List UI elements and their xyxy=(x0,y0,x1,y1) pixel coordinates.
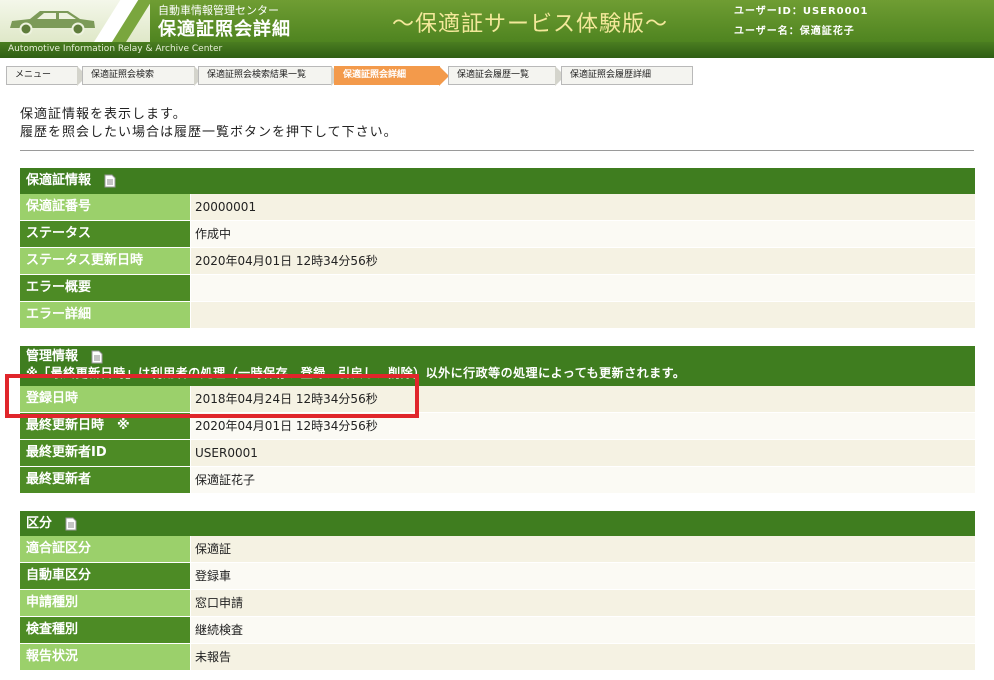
intro-line-2: 履歴を照会したい場合は履歴一覧ボタンを押下して下さい。 xyxy=(20,125,398,140)
section-header: 管理情報 ※「最終更新日時」は利用者の処理（一時保存、登録、引戻し、削除）以外に… xyxy=(20,346,975,386)
table-row: 最終更新者ID USER0001 xyxy=(20,440,975,467)
breadcrumb: メニュー 保適証照会検索 保適証照会検索結果一覧 保適証照会詳細 保適証会履歴一… xyxy=(6,66,693,86)
section-title: 保適証情報 xyxy=(26,173,92,188)
section-header: 保適証情報 xyxy=(20,168,975,194)
user-id: ユーザーID：USER0001 xyxy=(734,6,869,17)
sub-banner-text: Automotive Information Relay & Archive C… xyxy=(8,44,223,54)
field-label: エラー概要 xyxy=(20,275,191,301)
field-label: 適合証区分 xyxy=(20,536,191,562)
field-label: ステータス xyxy=(20,221,191,247)
section-title: 管理情報 xyxy=(26,349,79,364)
table-row: 登録日時 2018年04月24日 12時34分56秒 xyxy=(20,386,975,413)
section-category: 区分 適合証区分 保適証 自動車区分 登録車 申請種別 窓口申請 検査種別 継続… xyxy=(20,511,975,671)
breadcrumb-label: 保適証会履歴一覧 xyxy=(457,70,530,80)
intro-text: 保適証情報を表示します。 履歴を照会したい場合は履歴一覧ボタンを押下して下さい。 xyxy=(20,106,398,142)
sub-banner: Automotive Information Relay & Archive C… xyxy=(0,42,994,58)
field-label: 最終更新者 xyxy=(20,467,191,493)
field-value: 2018年04月24日 12時34分56秒 xyxy=(191,386,975,412)
breadcrumb-label: メニュー xyxy=(15,70,52,80)
field-value xyxy=(191,275,975,301)
field-value xyxy=(191,302,975,328)
field-label: 申請種別 xyxy=(20,590,191,616)
document-icon xyxy=(65,517,77,530)
user-name: ユーザー名：保適証花子 xyxy=(734,26,855,37)
section-title: 区分 xyxy=(26,516,53,531)
breadcrumb-history-list[interactable]: 保適証会履歴一覧 xyxy=(448,66,565,86)
field-value: 作成中 xyxy=(191,221,975,247)
breadcrumb-menu[interactable]: メニュー xyxy=(6,66,87,86)
table-row: 最終更新者 保適証花子 xyxy=(20,467,975,494)
breadcrumb-label: 保適証照会詳細 xyxy=(343,70,407,80)
breadcrumb-search[interactable]: 保適証照会検索 xyxy=(82,66,204,86)
field-label: 検査種別 xyxy=(20,617,191,643)
document-icon xyxy=(91,350,103,363)
divider xyxy=(20,150,974,151)
table-row: エラー詳細 xyxy=(20,302,975,329)
demo-title: ～保適証サービス体験版～ xyxy=(392,12,669,37)
table-row: エラー概要 xyxy=(20,275,975,302)
logo xyxy=(0,0,150,42)
field-value: 登録車 xyxy=(191,563,975,589)
intro-line-1: 保適証情報を表示します。 xyxy=(20,107,187,122)
field-value: 保適証花子 xyxy=(191,467,975,493)
breadcrumb-history-detail[interactable]: 保適証照会履歴詳細 xyxy=(561,66,693,85)
breadcrumb-label: 保適証照会履歴詳細 xyxy=(570,70,652,80)
breadcrumb-label: 保適証照会検索結果一覧 xyxy=(207,70,307,80)
field-value: 2020年04月01日 12時34分56秒 xyxy=(191,248,975,274)
field-label: ステータス更新日時 xyxy=(20,248,191,274)
field-value: 未報告 xyxy=(191,644,975,670)
field-label: エラー詳細 xyxy=(20,302,191,328)
field-value: 窓口申請 xyxy=(191,590,975,616)
table-row: 適合証区分 保適証 xyxy=(20,536,975,563)
breadcrumb-detail-current: 保適証照会詳細 xyxy=(334,66,449,86)
section-note: ※「最終更新日時」は利用者の処理（一時保存、登録、引戻し、削除）以外に行政等の処… xyxy=(26,366,686,380)
field-label: 報告状況 xyxy=(20,644,191,670)
table-row: 検査種別 継続検査 xyxy=(20,617,975,644)
car-icon xyxy=(10,11,95,36)
field-label: 最終更新日時 ※ xyxy=(20,413,191,439)
field-value: 20000001 xyxy=(191,194,975,220)
section-header: 区分 xyxy=(20,511,975,536)
section-management-info: 管理情報 ※「最終更新日時」は利用者の処理（一時保存、登録、引戻し、削除）以外に… xyxy=(20,346,975,494)
field-value: USER0001 xyxy=(191,440,975,466)
screen-title: 保適証照会詳細 xyxy=(158,19,291,40)
document-icon xyxy=(104,174,116,187)
table-row: ステータス 作成中 xyxy=(20,221,975,248)
table-row: ステータス更新日時 2020年04月01日 12時34分56秒 xyxy=(20,248,975,275)
table-row: 保適証番号 20000001 xyxy=(20,194,975,221)
table-row: 報告状況 未報告 xyxy=(20,644,975,671)
table-row: 申請種別 窓口申請 xyxy=(20,590,975,617)
section-certificate-info: 保適証情報 保適証番号 20000001 ステータス 作成中 ステータス更新日時… xyxy=(20,168,975,329)
field-value: 2020年04月01日 12時34分56秒 xyxy=(191,413,975,439)
field-label: 保適証番号 xyxy=(20,194,191,220)
field-label: 登録日時 xyxy=(20,386,191,412)
breadcrumb-label: 保適証照会検索 xyxy=(91,70,155,80)
table-row: 最終更新日時 ※ 2020年04月01日 12時34分56秒 xyxy=(20,413,975,440)
breadcrumb-search-results[interactable]: 保適証照会検索結果一覧 xyxy=(198,66,341,86)
table-row: 自動車区分 登録車 xyxy=(20,563,975,590)
field-value: 継続検査 xyxy=(191,617,975,643)
field-label: 自動車区分 xyxy=(20,563,191,589)
app-header: 自動車情報管理センター 保適証照会詳細 ～保適証サービス体験版～ ユーザーID：… xyxy=(0,0,994,42)
field-value: 保適証 xyxy=(191,536,975,562)
field-label: 最終更新者ID xyxy=(20,440,191,466)
